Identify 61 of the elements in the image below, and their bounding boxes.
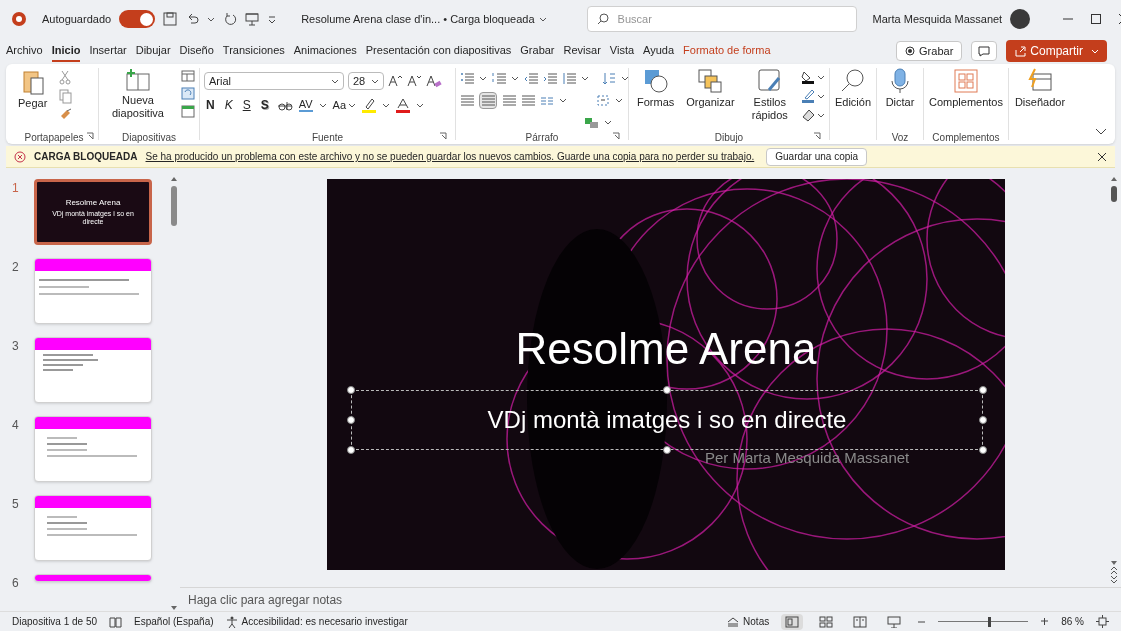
thumbnail-title: Resolme Arena — [65, 198, 121, 207]
quick-styles-button[interactable]: Estilos rápidos — [742, 68, 797, 122]
warning-title: CARGA BLOQUEADA — [34, 150, 138, 164]
slide-title[interactable]: Resolme Arena — [515, 324, 817, 374]
arrange-button[interactable]: Organizar — [682, 68, 739, 109]
dictate-button[interactable]: Dictar — [881, 68, 919, 130]
ribbon-tab[interactable]: Archivo — [6, 39, 43, 63]
slide-number: 6 — [12, 575, 20, 592]
ribbon-tab[interactable]: Inicio — [51, 39, 81, 63]
document-title[interactable]: Resolume Arena clase d'in... • Carga bloqueada — [301, 10, 547, 28]
editing-button[interactable]: Edición — [830, 68, 876, 130]
ribbon-tab[interactable]: Dibujar — [135, 39, 171, 63]
ribbon-tab[interactable]: Grabar — [520, 39, 555, 63]
share-button[interactable]: Compartir — [1006, 40, 1107, 62]
slide-number: 3 — [12, 338, 20, 355]
paste-button[interactable]: Pegar — [14, 68, 52, 110]
ribbon-tab[interactable]: Revisar — [563, 39, 601, 63]
slide-subtitle: VDj montà imatges i so en directe — [487, 405, 847, 435]
font-format-button[interactable]: K — [222, 96, 235, 114]
ribbon-tab[interactable]: Insertar — [89, 39, 127, 63]
new-slide-button[interactable]: Nueva diapositiva — [103, 68, 173, 120]
slide-number: 4 — [12, 417, 20, 434]
notes-button[interactable]: Notas — [727, 614, 770, 629]
warning-message[interactable]: Se ha producido un problema con este archivo y no se pueden guardar los nuevos cambios. Guarde una copia para no perder su trabajo. — [145, 149, 755, 164]
record-button[interactable]: Grabar — [896, 41, 963, 61]
add-ins-button[interactable]: Complementos — [925, 68, 1007, 130]
group-label: Diapositivas — [122, 130, 176, 145]
slide-number: 2 — [12, 259, 20, 276]
autosave-label: Autoguardado — [42, 11, 112, 27]
search-field[interactable]: Buscar — [586, 6, 857, 32]
accessibility-status[interactable]: Accesibilidad: es necesario investigar — [225, 614, 408, 629]
group-label: Voz — [891, 130, 909, 145]
ribbon-tab[interactable]: Ayuda — [643, 39, 675, 63]
designer-button[interactable]: Diseñador — [1010, 68, 1070, 130]
group-label: Complementos — [932, 130, 1000, 145]
notes-pane[interactable]: Haga clic para agregar notas — [180, 587, 1121, 611]
change-case-button[interactable]: Aa — [332, 96, 357, 114]
ribbon-tab[interactable]: Vista — [609, 39, 635, 63]
slide-position: Diapositiva 1 de 50 — [12, 615, 98, 629]
ribbon-tab[interactable]: Formato de forma — [683, 39, 771, 63]
zoom-level[interactable]: 86 % — [1061, 614, 1084, 629]
font-name-field[interactable]: Arial — [204, 72, 344, 90]
group-label: Portapapeles — [24, 130, 84, 145]
user-name: Marta Mesquida Massanet — [872, 11, 1003, 27]
font-format-button[interactable]: N — [204, 96, 217, 114]
ribbon-tab[interactable]: Presentación con diapositivas — [365, 39, 512, 63]
ribbon-tab[interactable]: Animaciones — [293, 39, 357, 63]
group-label: Dibujo — [714, 130, 744, 145]
font-format-button[interactable]: S — [240, 96, 253, 114]
slide-number: 5 — [12, 496, 20, 513]
save-copy-button[interactable]: Guardar una copia — [766, 147, 868, 166]
language-status[interactable]: Español (España) — [134, 614, 214, 629]
font-format-button[interactable]: S — [258, 96, 271, 114]
character-spacing-button[interactable]: AV — [298, 98, 313, 112]
slide-number: 1 — [12, 180, 20, 197]
ribbon-tab[interactable]: Transiciones — [222, 39, 285, 63]
group-label: Fuente — [311, 130, 344, 145]
shapes-button[interactable]: Formas — [633, 68, 679, 109]
group-label: Párrafo — [525, 130, 559, 145]
font-size-field[interactable]: 28 — [348, 72, 384, 90]
ribbon-tab[interactable]: Diseño — [179, 39, 214, 63]
